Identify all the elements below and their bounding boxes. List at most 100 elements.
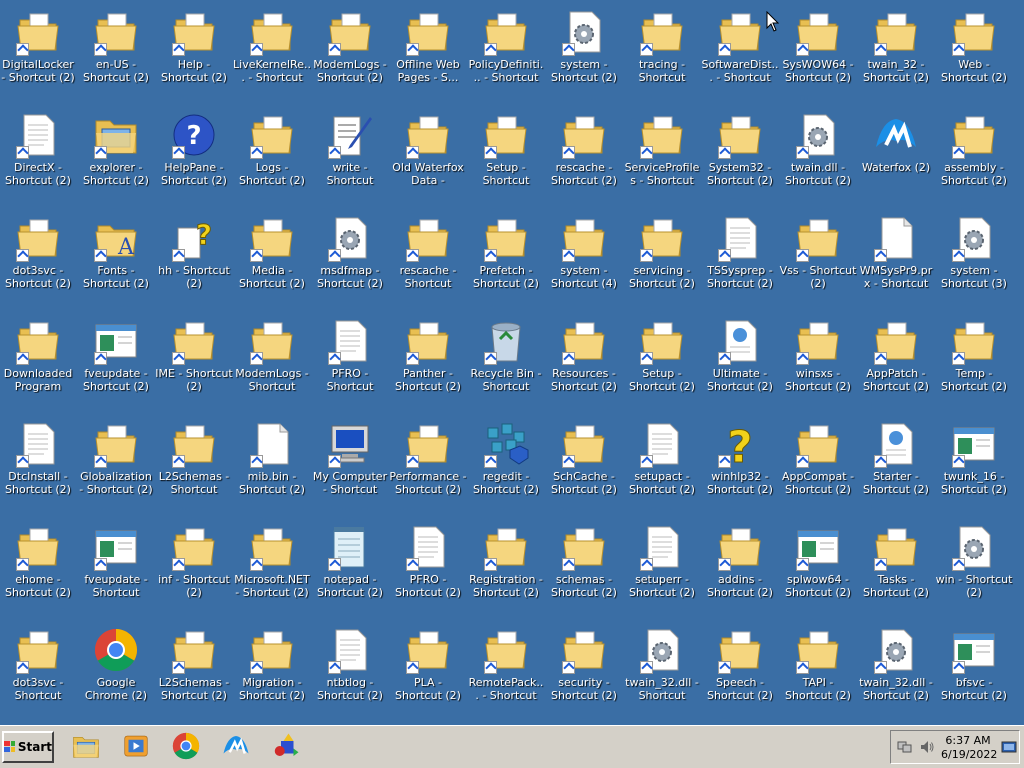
- desktop-icon[interactable]: Downloaded Program File...: [0, 309, 77, 409]
- desktop-icon[interactable]: Speech - Shortcut (2): [701, 618, 779, 718]
- desktop-icon[interactable]: RemotePack... - Shortcut (2): [467, 618, 545, 718]
- desktop-icon[interactable]: twain_32.dll - Shortcut: [623, 618, 701, 718]
- desktop-icon[interactable]: system - Shortcut (2): [545, 0, 623, 100]
- desktop-icon[interactable]: fveupdate - Shortcut: [77, 515, 155, 615]
- desktop-icon[interactable]: ? HelpPane - Shortcut (2): [155, 103, 233, 203]
- desktop-icon[interactable]: Old Waterfox Data - Shortcut: [389, 103, 467, 203]
- desktop-icon[interactable]: SchCache - Shortcut (2): [545, 412, 623, 512]
- desktop-icon[interactable]: Temp - Shortcut (2): [935, 309, 1013, 409]
- desktop-icon[interactable]: inf - Shortcut (2): [155, 515, 233, 615]
- desktop-icon[interactable]: TSSysprep - Shortcut (2): [701, 206, 779, 306]
- desktop-icon[interactable]: PFRO - Shortcut (2): [389, 515, 467, 615]
- desktop-icon[interactable]: Help - Shortcut (2): [155, 0, 233, 100]
- desktop-icon[interactable]: system - Shortcut (4): [545, 206, 623, 306]
- desktop-icon[interactable]: SysWOW64 - Shortcut (2): [779, 0, 857, 100]
- desktop-icon[interactable]: IME - Shortcut (2): [155, 309, 233, 409]
- desktop-icon[interactable]: AppCompat - Shortcut (2): [779, 412, 857, 512]
- desktop-icon[interactable]: setuperr - Shortcut (2): [623, 515, 701, 615]
- desktop-icon[interactable]: twain_32 - Shortcut (2): [857, 0, 935, 100]
- desktop-icon[interactable]: explorer - Shortcut (2): [77, 103, 155, 203]
- desktop-icon[interactable]: servicing - Shortcut (2): [623, 206, 701, 306]
- desktop-icon[interactable]: Registration - Shortcut (2): [467, 515, 545, 615]
- desktop-icon[interactable]: write - Shortcut: [311, 103, 389, 203]
- desktop-icon[interactable]: My Computer - Shortcut: [311, 412, 389, 512]
- desktop-icon[interactable]: Logs - Shortcut (2): [233, 103, 311, 203]
- desktop-icon[interactable]: Google Chrome (2): [77, 618, 155, 718]
- desktop-icon[interactable]: AppPatch - Shortcut (2): [857, 309, 935, 409]
- desktop-icon[interactable]: A Fonts - Shortcut (2): [77, 206, 155, 306]
- desktop-icon[interactable]: winsxs - Shortcut (2): [779, 309, 857, 409]
- desktop-icon[interactable]: addins - Shortcut (2): [701, 515, 779, 615]
- volume-icon[interactable]: [919, 739, 935, 755]
- desktop-icon[interactable]: Offline Web Pages - S...: [389, 0, 467, 100]
- explorer-taskbar-app[interactable]: [68, 731, 104, 765]
- desktop-icon[interactable]: ? hh - Shortcut (2): [155, 206, 233, 306]
- desktop-icon[interactable]: schemas - Shortcut (2): [545, 515, 623, 615]
- desktop-icon[interactable]: twain.dll - Shortcut (2): [779, 103, 857, 203]
- desktop-icon[interactable]: system - Shortcut (3): [935, 206, 1013, 306]
- desktop-icon[interactable]: win - Shortcut (2): [935, 515, 1013, 615]
- desktop-icon[interactable]: msdfmap - Shortcut (2): [311, 206, 389, 306]
- network-icon[interactable]: [897, 739, 913, 755]
- desktop-icon[interactable]: Setup - Shortcut (2): [623, 309, 701, 409]
- desktop-icon[interactable]: Web - Shortcut (2): [935, 0, 1013, 100]
- desktop-icon[interactable]: DtcInstall - Shortcut (2): [0, 412, 77, 512]
- desktop-icon[interactable]: L2Schemas - Shortcut (2): [155, 618, 233, 718]
- desktop-icon[interactable]: Vss - Shortcut (2): [779, 206, 857, 306]
- desktop-icon[interactable]: ntbtlog - Shortcut (2): [311, 618, 389, 718]
- desktop-icon[interactable]: Ultimate - Shortcut (2): [701, 309, 779, 409]
- desktop-icon[interactable]: Globalization - Shortcut (2): [77, 412, 155, 512]
- desktop-icon[interactable]: twain_32.dll - Shortcut (2): [857, 618, 935, 718]
- desktop-icon[interactable]: rescache - Shortcut: [389, 206, 467, 306]
- desktop-icon[interactable]: twunk_16 - Shortcut (2): [935, 412, 1013, 512]
- desktop-icon[interactable]: Prefetch - Shortcut (2): [467, 206, 545, 306]
- desktop-icon[interactable]: Migration - Shortcut (2): [233, 618, 311, 718]
- desktop-icon[interactable]: fveupdate - Shortcut (2): [77, 309, 155, 409]
- desktop-icon[interactable]: Setup - Shortcut: [467, 103, 545, 203]
- waterfox-taskbar-app[interactable]: [218, 731, 254, 765]
- desktop-icon[interactable]: WMSysPr9.prx - Shortcut: [857, 206, 935, 306]
- desktop-icon[interactable]: Waterfox (2): [857, 103, 935, 203]
- desktop-icon[interactable]: DigitalLocker - Shortcut (2): [0, 0, 77, 100]
- chrome-taskbar-app[interactable]: [168, 731, 204, 765]
- desktop-icon[interactable]: ModemLogs - Shortcut (2): [311, 0, 389, 100]
- desktop-icon[interactable]: bfsvc - Shortcut (2): [935, 618, 1013, 718]
- desktop-icon[interactable]: ServiceProfiles - Shortcut (2): [623, 103, 701, 203]
- desktop-icon[interactable]: LiveKernelRe... - Shortcut (2): [233, 0, 311, 100]
- desktop-icon[interactable]: PLA - Shortcut (2): [389, 618, 467, 718]
- desktop-icon[interactable]: L2Schemas - Shortcut: [155, 412, 233, 512]
- desktop-icon[interactable]: setupact - Shortcut (2): [623, 412, 701, 512]
- desktop-icon[interactable]: notepad - Shortcut (2): [311, 515, 389, 615]
- desktop-icon[interactable]: System32 - Shortcut (2): [701, 103, 779, 203]
- desktop-icon[interactable]: ? winhlp32 - Shortcut (2): [701, 412, 779, 512]
- desktop-icon[interactable]: dot3svc - Shortcut (2): [0, 206, 77, 306]
- desktop[interactable]: DigitalLocker - Shortcut (2) DirectX - Sh…: [0, 0, 1024, 725]
- desktop-icon[interactable]: Resources - Shortcut (2): [545, 309, 623, 409]
- desktop-icon[interactable]: Panther - Shortcut (2): [389, 309, 467, 409]
- desktop-icon[interactable]: rescache - Shortcut (2): [545, 103, 623, 203]
- desktop-icon[interactable]: mib.bin - Shortcut (2): [233, 412, 311, 512]
- start-button[interactable]: Start: [2, 731, 54, 763]
- desktop-icon[interactable]: Starter - Shortcut (2): [857, 412, 935, 512]
- desktop-icon[interactable]: security - Shortcut (2): [545, 618, 623, 718]
- desktop-icon[interactable]: TAPI - Shortcut (2): [779, 618, 857, 718]
- desktop-icon[interactable]: Microsoft.NET - Shortcut (2): [233, 515, 311, 615]
- desktop-icon[interactable]: assembly - Shortcut (2): [935, 103, 1013, 203]
- desktop-icon[interactable]: splwow64 - Shortcut (2): [779, 515, 857, 615]
- clock-time[interactable]: 6:37 AM: [941, 734, 995, 747]
- desktop-icon[interactable]: Tasks - Shortcut (2): [857, 515, 935, 615]
- desktop-icon[interactable]: en-US - Shortcut (2): [77, 0, 155, 100]
- desktop-icon[interactable]: Recycle Bin - Shortcut: [467, 309, 545, 409]
- desktop-icon[interactable]: ehome - Shortcut (2): [0, 515, 77, 615]
- desktop-icon[interactable]: DirectX - Shortcut (2): [0, 103, 77, 203]
- desktop-icon[interactable]: Media - Shortcut (2): [233, 206, 311, 306]
- desktop-icon[interactable]: Performance - Shortcut (2): [389, 412, 467, 512]
- desktop-icon[interactable]: ModemLogs - Shortcut: [233, 309, 311, 409]
- shapes-taskbar-app[interactable]: [268, 731, 304, 765]
- desktop-icon[interactable]: regedit - Shortcut (2): [467, 412, 545, 512]
- desktop-icon[interactable]: dot3svc - Shortcut: [0, 618, 77, 718]
- clock-date[interactable]: 6/19/2022: [941, 748, 997, 761]
- show-desktop-icon[interactable]: [1001, 739, 1017, 755]
- desktop-icon[interactable]: PFRO - Shortcut: [311, 309, 389, 409]
- desktop-icon[interactable]: tracing - Shortcut: [623, 0, 701, 100]
